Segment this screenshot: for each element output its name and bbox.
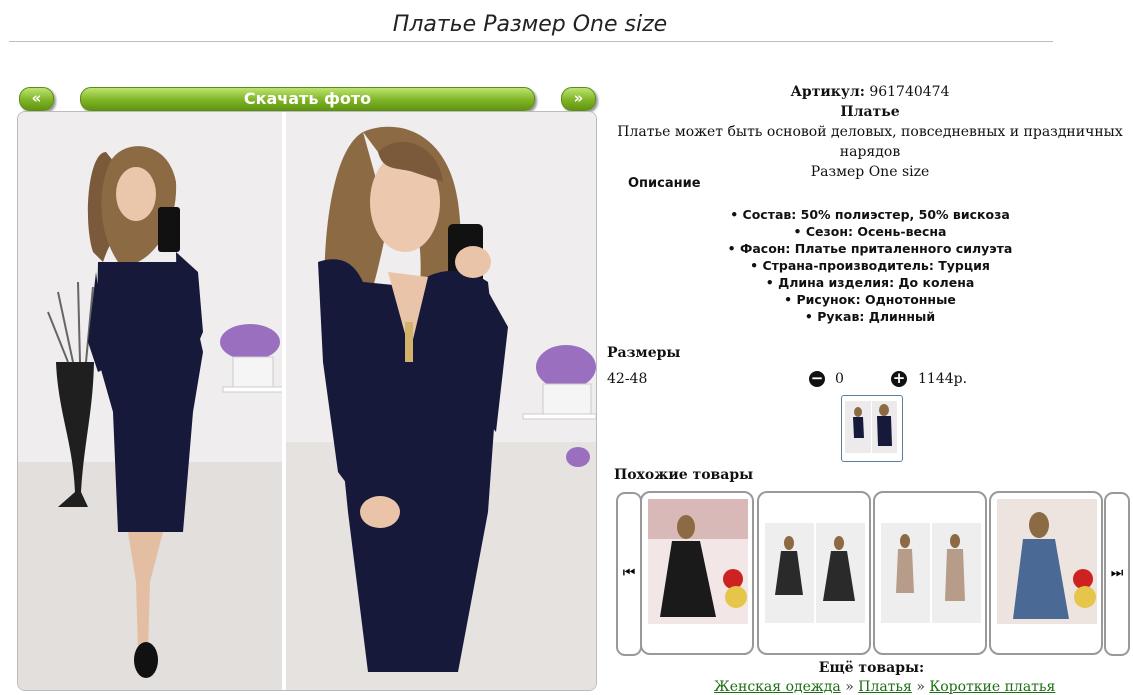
carousel-next-icon[interactable]: ⏭ [1104, 492, 1130, 656]
minus-icon[interactable]: − [809, 371, 825, 387]
carousel-prev-icon[interactable]: ⏮ [616, 492, 642, 656]
product-info: Артикул: 961740474 Платье Платье может б… [605, 82, 1133, 182]
plus-icon[interactable]: + [891, 371, 907, 387]
next-photo-button[interactable]: » [561, 87, 596, 111]
similar-product-card[interactable] [989, 491, 1103, 655]
breadcrumb-separator: » [916, 679, 925, 695]
similar-product-card[interactable] [873, 491, 987, 655]
product-tagline: Платье может быть основой деловых, повсе… [617, 124, 1123, 160]
feature-item: Длина изделия: До колена [610, 274, 1130, 291]
similar-product-image [881, 523, 981, 623]
feature-item: Состав: 50% полиэстер, 50% вискоза [610, 206, 1130, 223]
breadcrumb: Женская одежда » Платья » Короткие плать… [714, 679, 1055, 695]
article-value: 961740474 [869, 84, 950, 100]
size-row: 42-48 − 0 + 1144р. [607, 371, 1127, 389]
similar-heading: Похожие товары [614, 467, 754, 483]
similar-product-card[interactable] [757, 491, 871, 655]
download-photo-button[interactable]: Скачать фото [80, 87, 535, 111]
feature-item: Фасон: Платье приталенного силуэта [610, 240, 1130, 257]
product-photo[interactable] [17, 111, 597, 691]
quantity-value[interactable]: 0 [835, 371, 844, 387]
breadcrumb-link[interactable]: Платья [858, 679, 912, 695]
similar-product-image [765, 523, 865, 623]
product-photo-image [18, 112, 596, 690]
prev-photo-button[interactable]: « [19, 87, 54, 111]
selected-photo-thumbnail[interactable] [841, 395, 903, 462]
feature-list: Состав: 50% полиэстер, 50% вискоза Сезон… [610, 206, 1130, 325]
feature-item: Рукав: Длинный [610, 308, 1130, 325]
article-line: Артикул: 961740474 [605, 82, 1133, 102]
feature-item: Сезон: Осень-весна [610, 223, 1130, 240]
feature-item: Страна-производитель: Турция [610, 257, 1130, 274]
similar-product-image [648, 499, 748, 624]
sizes-heading: Размеры [607, 345, 681, 361]
more-heading: Ещё товары: [818, 660, 925, 676]
feature-item: Рисунок: Однотонные [610, 291, 1130, 308]
breadcrumb-link[interactable]: Короткие платья [929, 679, 1055, 695]
page-title: Платье Размер One size [392, 12, 668, 37]
product-name: Платье [840, 104, 900, 120]
breadcrumb-separator: » [845, 679, 854, 695]
size-value: 42-48 [607, 371, 648, 387]
similar-product-card[interactable] [640, 491, 754, 655]
similar-product-image [997, 499, 1097, 624]
title-divider [9, 41, 1053, 42]
breadcrumb-link[interactable]: Женская одежда [714, 679, 841, 695]
article-label: Артикул: [790, 84, 865, 100]
price-value: 1144р. [918, 371, 968, 387]
thumbnail-image [845, 401, 897, 453]
description-heading: Описание [628, 176, 701, 191]
